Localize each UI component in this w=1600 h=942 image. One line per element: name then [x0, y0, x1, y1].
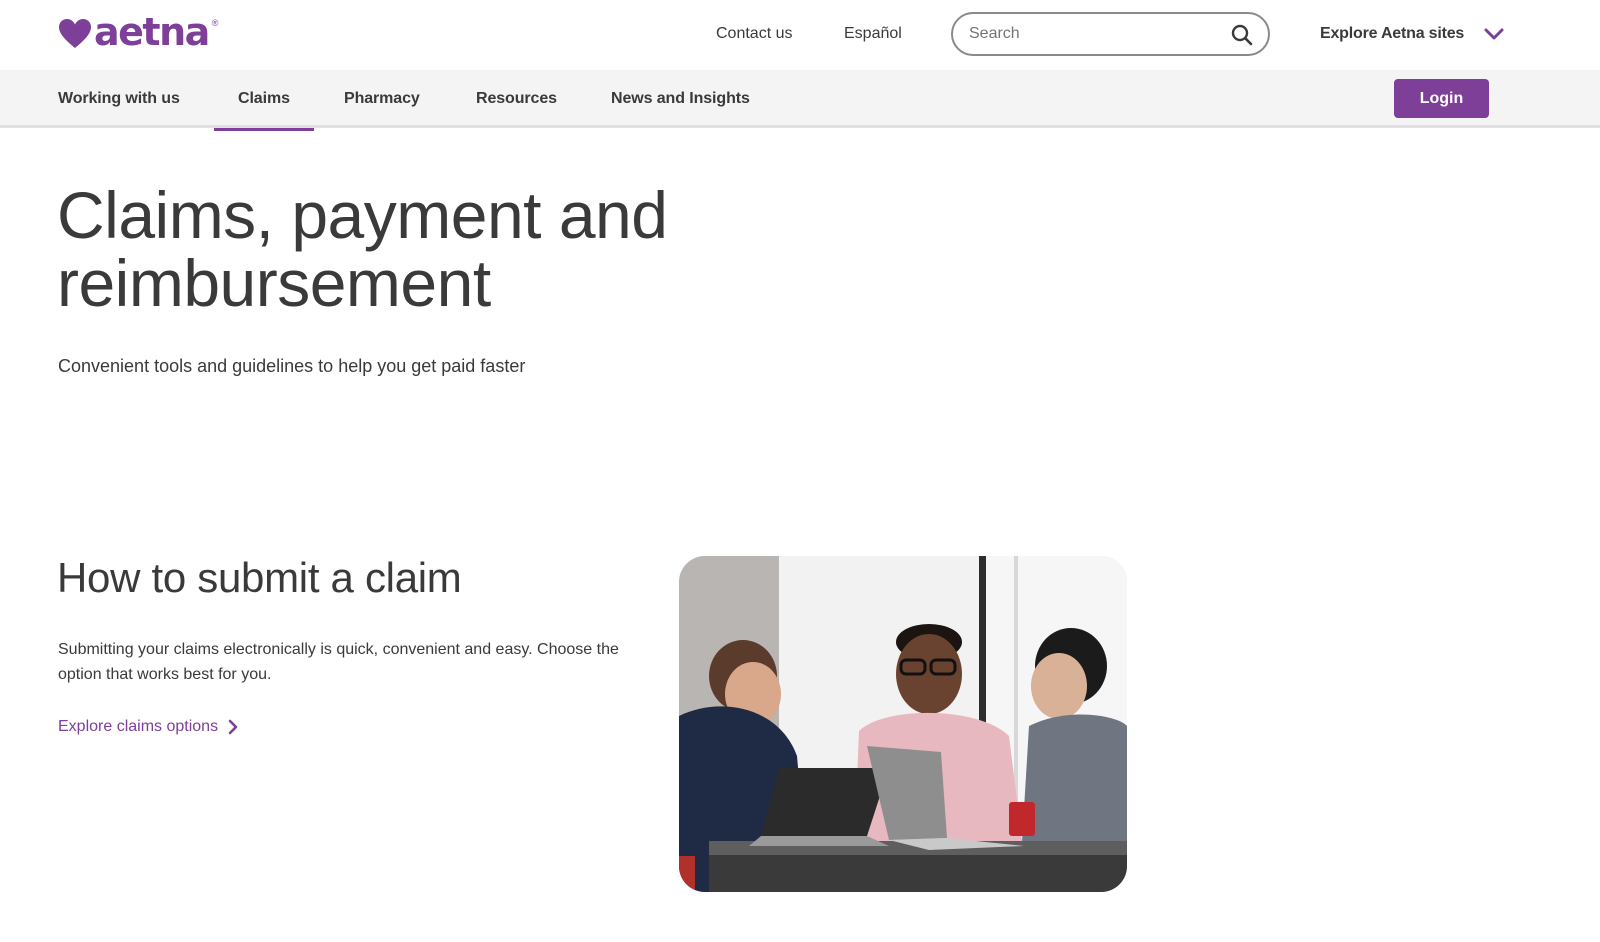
main-navigation: Working with us Claims Pharmacy Resource…	[0, 70, 1600, 131]
login-button[interactable]: Login	[1394, 79, 1489, 118]
nav-item-claims[interactable]: Claims	[214, 70, 314, 131]
section-body: Submitting your claims electronically is…	[58, 641, 619, 683]
meeting-photo	[679, 556, 1127, 892]
top-utility-bar: aetna ® Contact us Español Explore Aetna…	[0, 0, 1600, 70]
page-subtitle: Convenient tools and guidelines to help …	[58, 356, 526, 376]
espanol-link[interactable]: Español	[844, 24, 902, 44]
contact-us-link[interactable]: Contact us	[716, 24, 792, 44]
explore-aetna-sites-dropdown[interactable]: Explore Aetna sites	[1320, 22, 1504, 46]
search-icon[interactable]	[1230, 23, 1254, 47]
explore-claims-options-link[interactable]: Explore claims options	[58, 715, 238, 739]
meeting-illustration	[679, 556, 1127, 892]
nav-item-news-and-insights[interactable]: News and Insights	[611, 70, 750, 128]
heart-logo-icon	[59, 19, 91, 48]
chevron-down-icon	[1484, 28, 1504, 40]
logo-wordmark: aetna	[94, 10, 210, 54]
nav-item-working-with-us[interactable]: Working with us	[58, 70, 180, 128]
section-title: How to submit a claim	[57, 554, 462, 601]
nav-item-resources[interactable]: Resources	[476, 70, 557, 128]
search-input[interactable]	[969, 23, 1209, 45]
explore-claims-options-label: Explore claims options	[58, 718, 219, 735]
explore-aetna-sites-label: Explore Aetna sites	[1320, 25, 1465, 42]
nav-item-pharmacy[interactable]: Pharmacy	[344, 70, 420, 128]
aetna-logo[interactable]: aetna ®	[58, 10, 219, 54]
search-box	[951, 12, 1270, 56]
page-title: Claims, payment and reimbursement	[57, 178, 668, 320]
registered-mark: ®	[211, 18, 219, 28]
chevron-right-icon	[228, 719, 238, 735]
